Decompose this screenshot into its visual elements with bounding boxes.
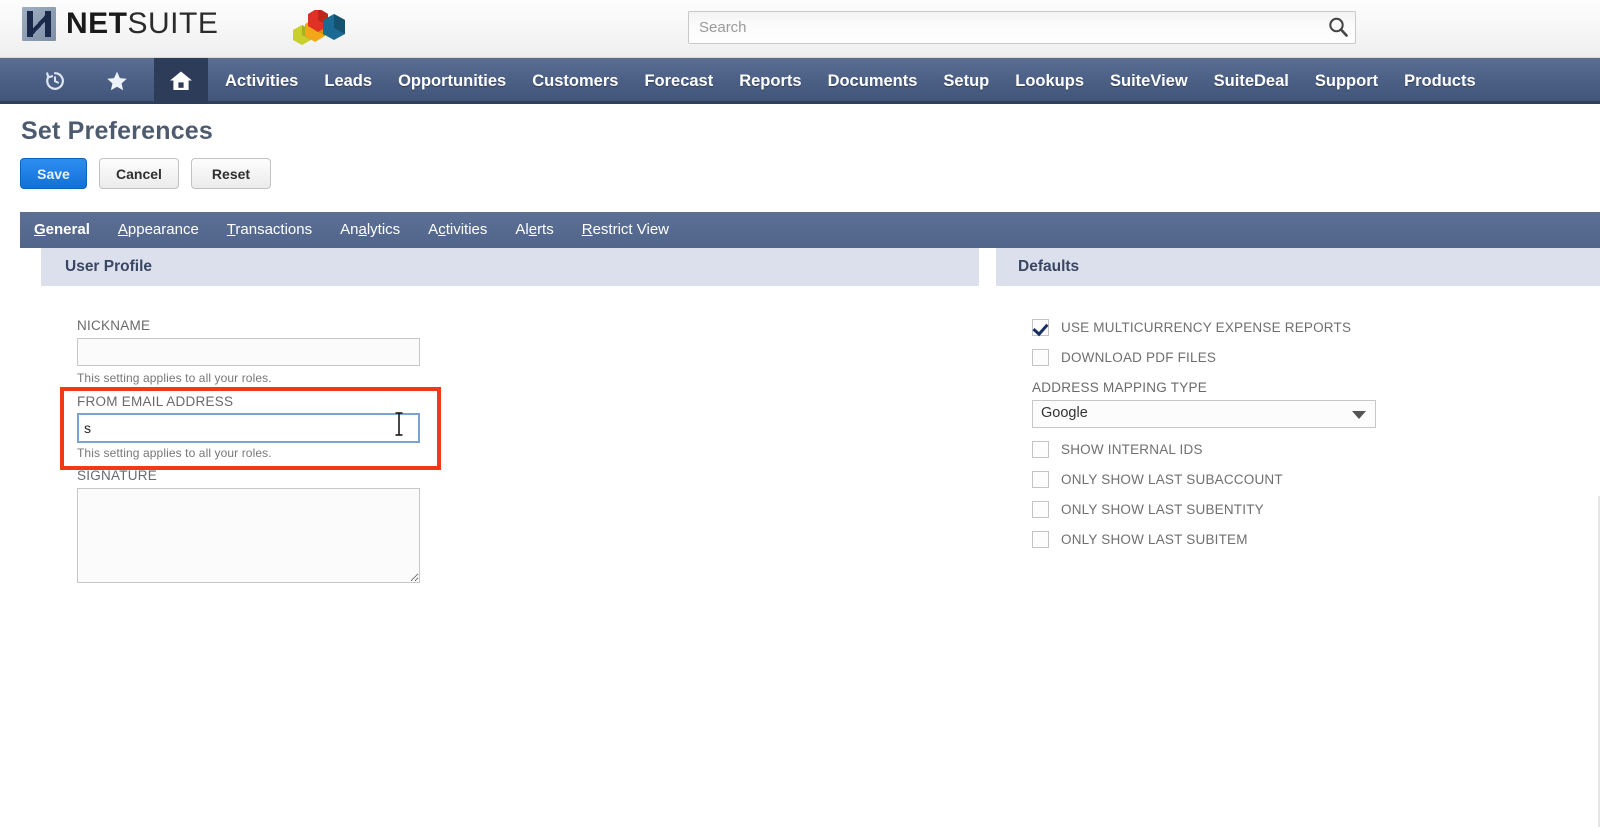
from-email-address-input[interactable] xyxy=(77,413,420,443)
star-glyph xyxy=(107,71,127,91)
nickname-label: NICKNAME xyxy=(77,318,151,333)
history-clock-icon[interactable] xyxy=(32,58,78,104)
reset-button[interactable]: Reset xyxy=(191,158,271,189)
signature-textarea[interactable] xyxy=(77,488,420,583)
home-icon[interactable] xyxy=(154,58,208,104)
checkbox-only-show-last-subaccount[interactable] xyxy=(1032,471,1049,488)
checkbox-row-download-pdf-files[interactable]: DOWNLOAD PDF FILES xyxy=(1032,349,1216,366)
label-show-internal-ids: SHOW INTERNAL IDS xyxy=(1061,442,1203,457)
logo-text-bold: NET xyxy=(66,7,128,40)
checkbox-row-only-show-last-subitem[interactable]: ONLY SHOW LAST SUBITEM xyxy=(1032,531,1248,548)
address-mapping-type-value: Google xyxy=(1041,405,1088,421)
checkbox-only-show-last-subitem[interactable] xyxy=(1032,531,1049,548)
nav-link-activities[interactable]: Activities xyxy=(212,58,311,104)
nav-link-opportunities[interactable]: Opportunities xyxy=(385,58,519,104)
tab-general[interactable]: General xyxy=(20,212,104,256)
checkbox-download-pdf-files[interactable] xyxy=(1032,349,1049,366)
house-glyph xyxy=(170,71,192,90)
checkbox-row-only-show-last-subaccount[interactable]: ONLY SHOW LAST SUBACCOUNT xyxy=(1032,471,1283,488)
search-button[interactable] xyxy=(1321,15,1349,41)
preferences-body: User Profile NICKNAME This setting appli… xyxy=(0,248,1600,827)
nav-link-documents[interactable]: Documents xyxy=(815,58,931,104)
main-navigation-bar: Activities Leads Opportunities Customers… xyxy=(0,58,1600,104)
netsuite-logo[interactable]: NETSUITE xyxy=(22,7,218,41)
label-only-show-last-subitem: ONLY SHOW LAST SUBITEM xyxy=(1061,532,1248,547)
cancel-button[interactable]: Cancel xyxy=(99,158,179,189)
netsuite-cubes-logo-icon xyxy=(293,10,345,45)
label-only-show-last-subaccount: ONLY SHOW LAST SUBACCOUNT xyxy=(1061,472,1283,487)
nav-link-lookups[interactable]: Lookups xyxy=(1002,58,1097,104)
global-search[interactable] xyxy=(688,11,1356,44)
chevron-down-icon[interactable] xyxy=(1352,411,1366,419)
nav-link-reports[interactable]: Reports xyxy=(726,58,814,104)
tab-transactions[interactable]: Transactions xyxy=(213,212,326,248)
label-use-multicurrency-expense-reports: USE MULTICURRENCY EXPENSE REPORTS xyxy=(1061,320,1352,335)
search-input[interactable] xyxy=(689,12,1309,43)
checkbox-only-show-last-subentity[interactable] xyxy=(1032,501,1049,518)
checkbox-row-use-multicurrency-expense-reports[interactable]: USE MULTICURRENCY EXPENSE REPORTS xyxy=(1032,319,1351,336)
nickname-help-text: This setting applies to all your roles. xyxy=(77,371,272,385)
clock-glyph xyxy=(46,72,64,90)
save-button[interactable]: Save xyxy=(20,158,87,189)
defaults-header: Defaults xyxy=(996,248,1600,286)
nav-link-suitedeal[interactable]: SuiteDeal xyxy=(1201,58,1302,104)
nav-link-customers[interactable]: Customers xyxy=(519,58,631,104)
defaults-panel: Defaults USE MULTICURRENCY EXPENSE REPOR… xyxy=(996,248,1600,548)
netsuite-n-mark-icon xyxy=(22,7,56,41)
checkbox-row-show-internal-ids[interactable]: SHOW INTERNAL IDS xyxy=(1032,441,1203,458)
checkbox-show-internal-ids[interactable] xyxy=(1032,441,1049,458)
label-only-show-last-subentity: ONLY SHOW LAST SUBENTITY xyxy=(1061,502,1264,517)
nav-link-forecast[interactable]: Forecast xyxy=(631,58,726,104)
from-email-help-text: This setting applies to all your roles. xyxy=(77,446,272,460)
address-mapping-type-label: ADDRESS MAPPING TYPE xyxy=(1032,380,1208,395)
signature-label: SIGNATURE xyxy=(77,468,158,483)
nickname-input[interactable] xyxy=(77,338,420,366)
netsuite-wordmark: NETSUITE xyxy=(66,9,218,39)
tab-analytics[interactable]: Analytics xyxy=(326,212,414,248)
tab-appearance[interactable]: Appearance xyxy=(104,212,213,248)
favorites-star-icon[interactable] xyxy=(94,58,140,104)
checkbox-row-only-show-last-subentity[interactable]: ONLY SHOW LAST SUBENTITY xyxy=(1032,501,1264,518)
logo-text-light: SUITE xyxy=(127,7,219,40)
main-nav-links: Activities Leads Opportunities Customers… xyxy=(212,58,1489,104)
nav-link-suiteview[interactable]: SuiteView xyxy=(1097,58,1201,104)
from-email-address-label: FROM EMAIL ADDRESS xyxy=(77,394,234,409)
nav-link-products[interactable]: Products xyxy=(1391,58,1489,104)
nav-link-support[interactable]: Support xyxy=(1302,58,1391,104)
user-profile-panel: User Profile NICKNAME This setting appli… xyxy=(41,248,979,583)
masthead: NETSUITE xyxy=(0,0,1600,58)
search-icon xyxy=(1329,17,1348,37)
nav-link-leads[interactable]: Leads xyxy=(311,58,385,104)
address-mapping-type-select[interactable]: Google xyxy=(1032,400,1376,428)
tab-activities[interactable]: Activities xyxy=(414,212,501,248)
nav-link-setup[interactable]: Setup xyxy=(930,58,1002,104)
preferences-tab-strip: General Appearance Transactions Analytic… xyxy=(20,212,1600,256)
tab-alerts[interactable]: Alerts xyxy=(501,212,567,248)
page-action-buttons: Save Cancel Reset xyxy=(20,158,271,189)
user-profile-header: User Profile xyxy=(41,248,979,286)
tab-restrict-view[interactable]: Restrict View xyxy=(568,212,683,248)
page-title: Set Preferences xyxy=(21,117,214,145)
label-download-pdf-files: DOWNLOAD PDF FILES xyxy=(1061,350,1217,365)
checkbox-use-multicurrency-expense-reports[interactable] xyxy=(1032,319,1049,336)
